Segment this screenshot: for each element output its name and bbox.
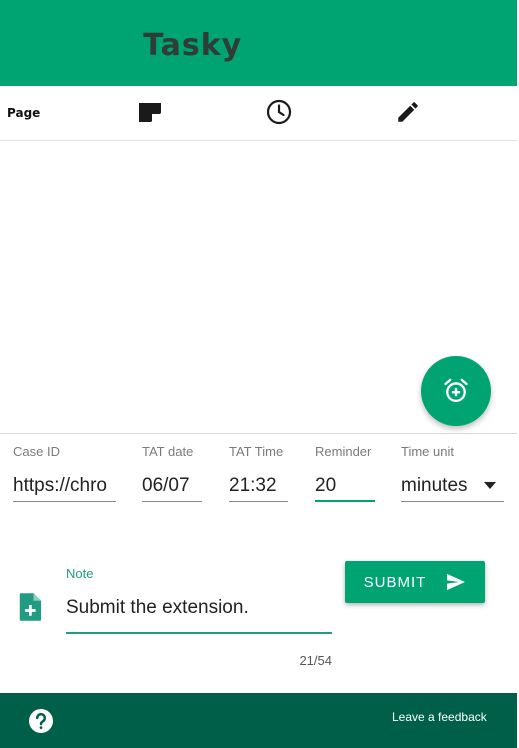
tat-date-label: TAT date: [142, 444, 194, 459]
note-label: Note: [66, 566, 94, 581]
reminder-field[interactable]: Reminder 20: [315, 444, 375, 502]
add-alarm-icon: [444, 378, 468, 403]
time-unit-value: minutes: [401, 475, 468, 496]
tab-page[interactable]: Page: [7, 106, 40, 120]
leave-feedback-link[interactable]: Leave a feedback: [392, 710, 487, 724]
time-unit-select[interactable]: minutes: [401, 474, 504, 502]
tab-bar: Page: [0, 86, 517, 141]
time-unit-field[interactable]: Time unit minutes: [401, 444, 504, 502]
tat-date-field[interactable]: TAT date 06/07: [142, 444, 202, 502]
app-title: Tasky: [143, 28, 243, 63]
note-icon[interactable]: [136, 98, 164, 126]
tat-time-field[interactable]: TAT Time 21:32: [229, 444, 288, 502]
tat-time-input[interactable]: 21:32: [229, 474, 288, 502]
clock-icon[interactable]: [265, 98, 293, 126]
add-alarm-button[interactable]: [421, 356, 491, 426]
tat-time-label: TAT Time: [229, 444, 284, 459]
form-divider: [0, 433, 517, 434]
help-circle-icon[interactable]: [28, 708, 54, 739]
note-input[interactable]: Submit the extension.: [66, 594, 332, 634]
submit-label: SUBMIT: [363, 573, 427, 591]
app-header: Tasky: [0, 0, 517, 86]
reminder-label: Reminder: [315, 444, 372, 459]
note-add-icon: [18, 592, 44, 627]
send-icon: [447, 573, 466, 591]
time-unit-label: Time unit: [401, 444, 454, 459]
footer-bar: Leave a feedback: [0, 693, 517, 748]
case-id-label: Case ID: [13, 444, 60, 459]
note-char-counter: 21/54: [299, 653, 332, 668]
case-id-field[interactable]: Case ID https://chro: [13, 444, 116, 502]
submit-button[interactable]: SUBMIT: [345, 561, 485, 603]
case-id-input[interactable]: https://chro: [13, 474, 116, 502]
tat-date-input[interactable]: 06/07: [142, 474, 202, 502]
dropdown-caret-icon[interactable]: [484, 482, 496, 489]
pencil-icon[interactable]: [394, 98, 422, 126]
reminder-input[interactable]: 20: [315, 474, 375, 502]
